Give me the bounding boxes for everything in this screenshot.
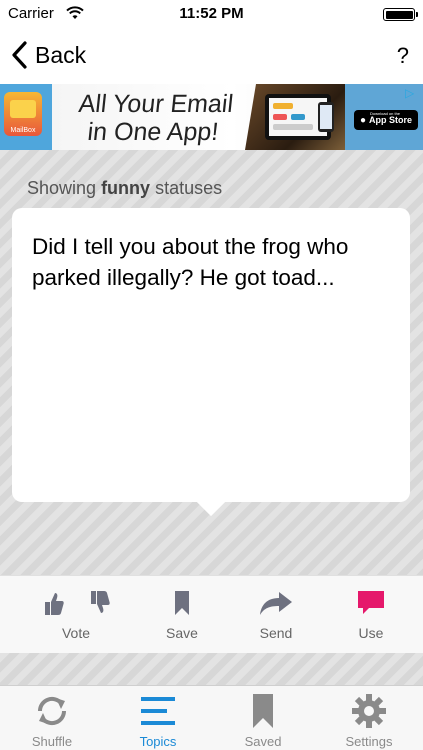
bookmark-tab-icon — [253, 694, 273, 728]
store-label: App Store — [369, 115, 413, 125]
ad-headline: All Your Email in One App! — [59, 90, 250, 146]
adchoices-icon[interactable]: ▷ — [405, 86, 419, 100]
thumbs-up-icon[interactable] — [41, 589, 65, 617]
vote-label: Vote — [61, 625, 91, 641]
thumbs-down-icon[interactable] — [87, 589, 111, 617]
tab-topics-label: Topics — [139, 734, 177, 749]
back-button[interactable]: Back — [10, 40, 86, 70]
tab-settings[interactable]: Settings — [319, 692, 419, 749]
speech-bubble-icon — [358, 591, 384, 614]
ad-app-icon-area: MailBox — [0, 84, 52, 150]
phone-image — [318, 102, 334, 132]
showing-topic: funny — [101, 178, 151, 198]
clock: 11:52 PM — [179, 5, 244, 22]
ad-headline-line2: in One App! — [86, 118, 220, 146]
mailbox-app-icon: MailBox — [4, 92, 42, 136]
showing-suffix: statuses — [155, 178, 223, 198]
gear-icon — [352, 694, 386, 728]
showing-caption: Showing funny statuses — [27, 178, 222, 199]
action-bar: Vote Save Send Use — [0, 575, 423, 653]
save-label: Save — [166, 625, 198, 641]
tab-settings-label: Settings — [345, 734, 393, 749]
app-store-badge[interactable]: ● Download on the App Store — [354, 110, 418, 130]
status-card[interactable]: Did I tell you about the frog who parked… — [12, 208, 410, 517]
separator-strip — [0, 653, 423, 685]
ad-headline-line1: All Your Email — [77, 90, 235, 118]
store-small-text: Download on the — [370, 111, 401, 116]
back-label: Back — [35, 41, 87, 68]
content-area: Showing funny statuses Did I tell you ab… — [0, 150, 423, 575]
tab-bar: Shuffle Topics Saved Settings — [0, 685, 423, 750]
tab-saved[interactable]: Saved — [213, 692, 313, 749]
help-button[interactable]: ? — [397, 43, 409, 69]
vote-button[interactable]: Vote — [36, 588, 116, 641]
status-bar: Carrier 11:52 PM — [0, 0, 423, 28]
chevron-left-icon — [12, 41, 27, 69]
share-arrow-icon — [260, 592, 292, 615]
send-button[interactable]: Send — [236, 588, 316, 641]
send-label: Send — [259, 625, 293, 641]
tab-shuffle-label: Shuffle — [31, 734, 73, 749]
ad-banner[interactable]: MailBox All Your Email in One App! ● Dow… — [0, 84, 423, 150]
ad-brand: MailBox — [10, 127, 36, 134]
use-label: Use — [358, 625, 384, 641]
nav-bar: Back ? — [0, 28, 423, 84]
use-button[interactable]: Use — [331, 588, 411, 641]
battery-icon — [383, 8, 418, 21]
showing-prefix: Showing — [27, 178, 97, 198]
tab-topics[interactable]: Topics — [108, 692, 208, 749]
bookmark-icon — [175, 591, 189, 615]
tab-shuffle[interactable]: Shuffle — [2, 692, 102, 749]
apple-icon: ● — [359, 114, 367, 126]
tab-saved-label: Saved — [244, 734, 282, 749]
shuffle-icon — [37, 696, 67, 726]
status-text: Did I tell you about the frog who parked… — [32, 234, 349, 290]
topics-list-icon — [141, 697, 175, 725]
card-tail — [196, 487, 226, 517]
save-button[interactable]: Save — [142, 588, 222, 641]
